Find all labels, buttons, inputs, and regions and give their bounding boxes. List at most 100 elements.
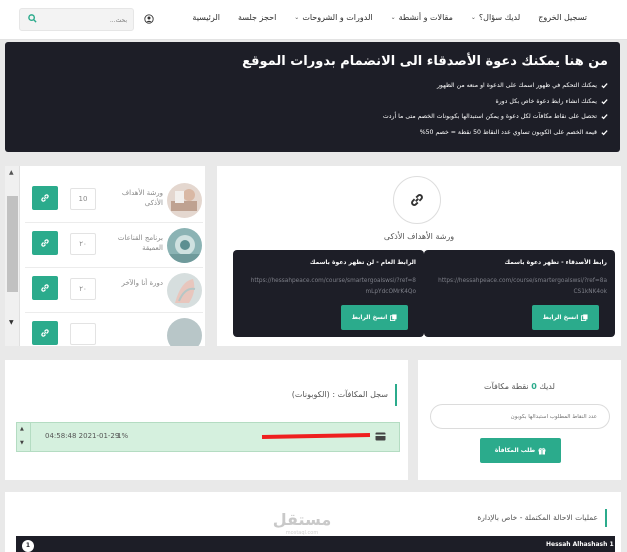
course-title: ورشة الأهداف الأذكى	[121, 189, 163, 207]
hero-title: من هنا يمكنك دعوة الأصدقاء الى الانضمام …	[242, 54, 608, 69]
hero-bullet-text: قيمة الخصم على الكوبون تساوي عدد النقاط …	[419, 128, 597, 136]
invite-url[interactable]: https://hessahpeace.com/course/smartergo…	[246, 276, 416, 298]
redaction-mark	[261, 433, 371, 439]
check-icon	[601, 98, 608, 105]
course-thumbnail	[167, 273, 202, 308]
nav-book-session[interactable]: احجز جلسة	[238, 13, 276, 22]
nav-home-label: الرئيسية	[192, 13, 220, 22]
courses-panel: ▲ ▼ 10 ورشة الأهداف الأذكى ٢٠ برنامج الق…	[5, 166, 205, 346]
row-number-badge: 1	[22, 540, 34, 552]
chevron-down-icon: ⌄	[390, 14, 396, 21]
nav-question[interactable]: لديك سؤال؟ ⌄	[471, 13, 520, 22]
generate-link-button[interactable]	[32, 186, 58, 210]
copy-icon	[581, 314, 588, 321]
referral-row: 1 Hessah Alhashash 1	[16, 536, 615, 552]
rewards-log-panel: سجل المكافآت : (الكوبونات) ▲ ▼ 04:58:48 …	[5, 360, 408, 480]
course-points: ٢٠	[70, 278, 96, 300]
course-row	[25, 313, 203, 346]
user-icon[interactable]	[144, 14, 154, 26]
scroll-up-icon[interactable]: ▲	[9, 169, 14, 176]
search-box	[19, 8, 134, 31]
selected-course-title: ورشة الأهداف الأذكى	[383, 232, 455, 241]
search-icon[interactable]	[28, 14, 37, 25]
hero-bullet-text: تحصل على نقاط مكافآت لكل دعوة و يمكن است…	[382, 113, 597, 120]
rewards-log-title: سجل المكافآت : (الكوبونات)	[292, 384, 397, 406]
course-points	[70, 323, 96, 345]
course-thumbnail	[167, 183, 202, 218]
main-menu: الرئيسية احجز جلسة الدورات و الشروحات ⌄ م…	[192, 13, 587, 22]
link-icon	[41, 284, 49, 292]
log-percent: 1%	[117, 432, 129, 440]
copy-icon	[390, 314, 397, 321]
course-row: ٢٠ دورة أنا والآخر	[25, 268, 203, 313]
scroll-down-icon[interactable]: ▼	[20, 440, 24, 446]
generate-link-button[interactable]	[32, 231, 58, 255]
claim-reward-panel: لديك 0 نقطة مكافآت طلب المكافأة	[418, 360, 621, 480]
card-title: رابط الأصدقاء - تظهر دعوة باسمك	[504, 259, 607, 266]
nav-courses-label: الدورات و الشروحات	[302, 13, 373, 22]
course-points: ٢٠	[70, 233, 96, 255]
invite-url[interactable]: https://hessahpeace.com/course/smartergo…	[437, 276, 607, 298]
nav-book-session-label: احجز جلسة	[237, 13, 277, 22]
scroll-up-icon[interactable]: ▲	[20, 426, 24, 432]
link-icon	[41, 194, 49, 202]
course-row: 10 ورشة الأهداف الأذكى	[25, 178, 203, 223]
coupon-card-icon	[375, 432, 386, 443]
check-icon	[601, 83, 608, 89]
invite-hero: من هنا يمكنك دعوة الأصدقاء الى الانضمام …	[5, 42, 620, 152]
course-thumbnail	[167, 318, 202, 346]
check-icon	[601, 114, 608, 120]
log-date: 04:58:48 2021-01-29	[45, 432, 120, 440]
scroll-down-icon[interactable]: ▼	[9, 319, 14, 326]
log-row: ▲ ▼ 04:58:48 2021-01-29 1%	[16, 422, 400, 452]
copy-link-button[interactable]: انسخ الرابط	[341, 305, 408, 330]
watermark-logo: مستقل	[272, 510, 332, 529]
hero-bullets: يمكنك التحكم في ظهور اسمك على الدعوة او …	[17, 78, 608, 140]
nav-logout[interactable]: تسجيل الخروج	[538, 13, 587, 22]
copy-link-button[interactable]: انسخ الرابط	[532, 305, 599, 330]
points-suffix: نقطة مكافآت	[484, 382, 529, 391]
public-link-card: الرابط العام - لن تظهر دعوة باسمك https:…	[233, 250, 424, 337]
copy-link-label: انسخ الرابط	[542, 314, 579, 321]
points-prefix: لديك	[539, 382, 555, 391]
log-scrollbar[interactable]: ▲ ▼	[17, 423, 31, 451]
hero-bullet-text: يمكنك التحكم في ظهور اسمك على الدعوة او …	[436, 82, 597, 89]
nav-logout-label: تسجيل الخروج	[538, 13, 587, 22]
nav-home[interactable]: الرئيسية	[192, 13, 220, 22]
nav-articles-label: مقالات و أنشطة	[398, 13, 453, 22]
course-row: ٢٠ برنامج القناعات العميقة	[25, 223, 203, 268]
card-title: الرابط العام - لن تظهر دعوة باسمك	[309, 259, 416, 266]
course-points: 10	[70, 188, 96, 210]
course-title: برنامج القناعات العميقة	[117, 234, 163, 252]
course-thumbnail	[167, 228, 202, 263]
copy-link-label: انسخ الرابط	[351, 314, 388, 321]
request-reward-button[interactable]: طلب المكافأة	[480, 438, 561, 463]
top-navbar: الرئيسية احجز جلسة الدورات و الشروحات⌄ م…	[0, 0, 627, 40]
watermark-url: mostaql.com	[285, 530, 319, 536]
request-reward-label: طلب المكافأة	[494, 447, 536, 454]
nav-articles[interactable]: مقالات و أنشطة ⌄	[391, 13, 453, 22]
link-icon	[41, 239, 49, 247]
generate-link-button[interactable]	[32, 321, 58, 345]
scroll-thumb[interactable]	[7, 196, 18, 292]
chevron-down-icon: ⌄	[470, 14, 476, 21]
generate-link-button[interactable]	[32, 276, 58, 300]
points-balance: لديك 0 نقطة مكافآت	[418, 382, 621, 391]
hero-bullet-text: يمكنك انشاء رابط دعوة خاص بكل دورة	[495, 97, 597, 105]
nav-question-label: لديك سؤال؟	[478, 13, 521, 22]
course-title: دورة أنا والآخر	[121, 279, 163, 287]
invite-links-panel: ورشة الأهداف الأذكى رابط الأصدقاء - تظهر…	[217, 166, 621, 346]
check-icon	[601, 129, 608, 136]
points-amount-input[interactable]	[430, 404, 610, 429]
referral-user-name: Hessah Alhashash 1	[546, 541, 614, 548]
gift-icon	[538, 447, 546, 454]
hero-bullet: يمكنك انشاء رابط دعوة خاص بكل دورة	[17, 94, 608, 110]
chevron-down-icon: ⌄	[294, 14, 300, 21]
link-icon	[411, 194, 423, 206]
nav-courses[interactable]: الدورات و الشروحات ⌄	[294, 13, 372, 22]
points-value: 0	[531, 382, 537, 391]
completed-referrals-title: عمليات الاحالة المكتملة - خاص بالإدارة	[477, 509, 607, 527]
search-input[interactable]	[47, 13, 127, 27]
hero-bullet: قيمة الخصم على الكوبون تساوي عدد النقاط …	[17, 125, 608, 141]
courses-scrollbar[interactable]: ▲ ▼	[5, 166, 20, 346]
